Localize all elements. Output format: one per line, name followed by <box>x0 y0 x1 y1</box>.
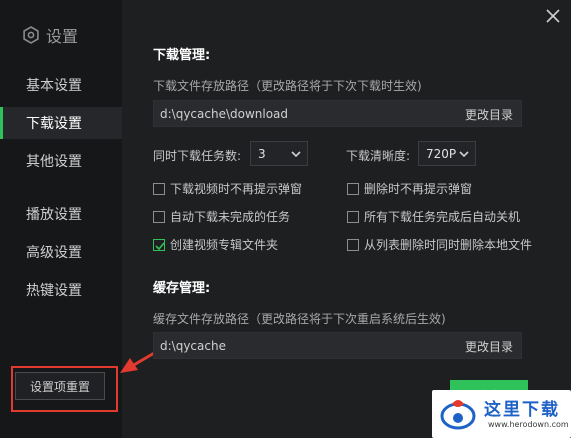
option-no-download-popup[interactable]: 下载视频时不再提示弹窗 <box>153 180 302 197</box>
option-label: 创建视频专辑文件夹 <box>170 238 279 252</box>
sidebar-item-other[interactable]: 其他设置 <box>0 145 122 177</box>
sidebar-item-label: 基本设置 <box>26 78 82 94</box>
sidebar-title: 设置 <box>22 24 78 46</box>
option-label: 下载视频时不再提示弹窗 <box>170 182 303 196</box>
check-icon <box>155 241 165 250</box>
sidebar-item-label: 播放设置 <box>26 207 82 223</box>
option-label: 删除时不再提示弹窗 <box>364 182 473 196</box>
cache-path-value: d:\qycache <box>160 338 226 353</box>
cache-change-dir-button[interactable]: 更改目录 <box>465 338 513 355</box>
sidebar-item-hotkeys[interactable]: 热键设置 <box>0 274 122 306</box>
sidebar-item-playback[interactable]: 播放设置 <box>0 198 122 230</box>
watermark-url: www.herodown.com <box>488 420 569 429</box>
watermark-logo-icon <box>440 400 476 430</box>
concurrent-tasks-value: 3 <box>258 146 266 161</box>
option-create-album-folder[interactable]: 创建视频专辑文件夹 <box>153 236 278 253</box>
download-quality-label: 下载清晰度: <box>346 149 411 163</box>
sidebar-item-download[interactable]: 下载设置 <box>0 107 122 139</box>
annotation-highlight-box <box>11 366 118 412</box>
cache-section-title: 缓存管理: <box>153 281 211 296</box>
option-delete-local-files[interactable]: 从列表删除时同时删除本地文件 <box>347 236 532 253</box>
download-path-value: d:\qycache\download <box>160 106 289 121</box>
option-label: 从列表删除时同时删除本地文件 <box>364 238 533 252</box>
sidebar-item-label: 下载设置 <box>26 116 82 132</box>
option-label: 所有下载任务完成后自动关机 <box>364 210 521 224</box>
sidebar-title-text: 设置 <box>46 27 79 46</box>
sidebar-item-label: 高级设置 <box>26 245 82 261</box>
chevron-down-icon <box>459 151 469 158</box>
checkbox[interactable] <box>347 210 359 223</box>
cache-path-field[interactable]: d:\qycache 更改目录 <box>153 332 522 359</box>
settings-window: 设置 基本设置 下载设置 其他设置 播放设置 高级设置 热键设置 设置项重置 下… <box>0 0 571 438</box>
checkbox[interactable] <box>153 210 165 223</box>
option-no-delete-popup[interactable]: 删除时不再提示弹窗 <box>347 180 472 197</box>
download-quality-value: 720P <box>426 146 457 161</box>
download-quality-select[interactable]: 720P <box>418 141 476 166</box>
option-label: 自动下载未完成的任务 <box>170 210 291 224</box>
sidebar-item-label: 其他设置 <box>26 154 82 170</box>
checkbox-checked[interactable] <box>153 238 165 251</box>
download-change-dir-button[interactable]: 更改目录 <box>465 106 513 123</box>
download-path-hint: 下载文件存放路径（更改路径将于下次下载时生效) <box>153 79 422 93</box>
cache-path-hint: 缓存文件存放路径（更改路径将于下次重启系统后生效) <box>153 312 446 326</box>
sidebar-item-basic[interactable]: 基本设置 <box>0 69 122 101</box>
concurrent-tasks-select[interactable]: 3 <box>250 141 308 166</box>
download-path-field[interactable]: d:\qycache\download 更改目录 <box>153 100 522 127</box>
sidebar-item-label: 热键设置 <box>26 283 82 299</box>
sidebar-item-advanced[interactable]: 高级设置 <box>0 236 122 268</box>
checkbox[interactable] <box>347 238 359 251</box>
site-watermark: 这里下载 www.herodown.com <box>432 390 571 438</box>
checkbox[interactable] <box>347 182 359 195</box>
option-auto-resume[interactable]: 自动下载未完成的任务 <box>153 208 290 225</box>
concurrent-tasks-label: 同时下载任务数: <box>153 149 242 163</box>
option-auto-shutdown[interactable]: 所有下载任务完成后自动关机 <box>347 208 520 225</box>
checkbox[interactable] <box>153 182 165 195</box>
close-icon[interactable] <box>545 8 561 24</box>
gear-icon <box>23 26 39 44</box>
download-section-title: 下载管理: <box>153 48 211 63</box>
watermark-title: 这里下载 <box>484 400 560 420</box>
chevron-down-icon <box>291 151 301 158</box>
